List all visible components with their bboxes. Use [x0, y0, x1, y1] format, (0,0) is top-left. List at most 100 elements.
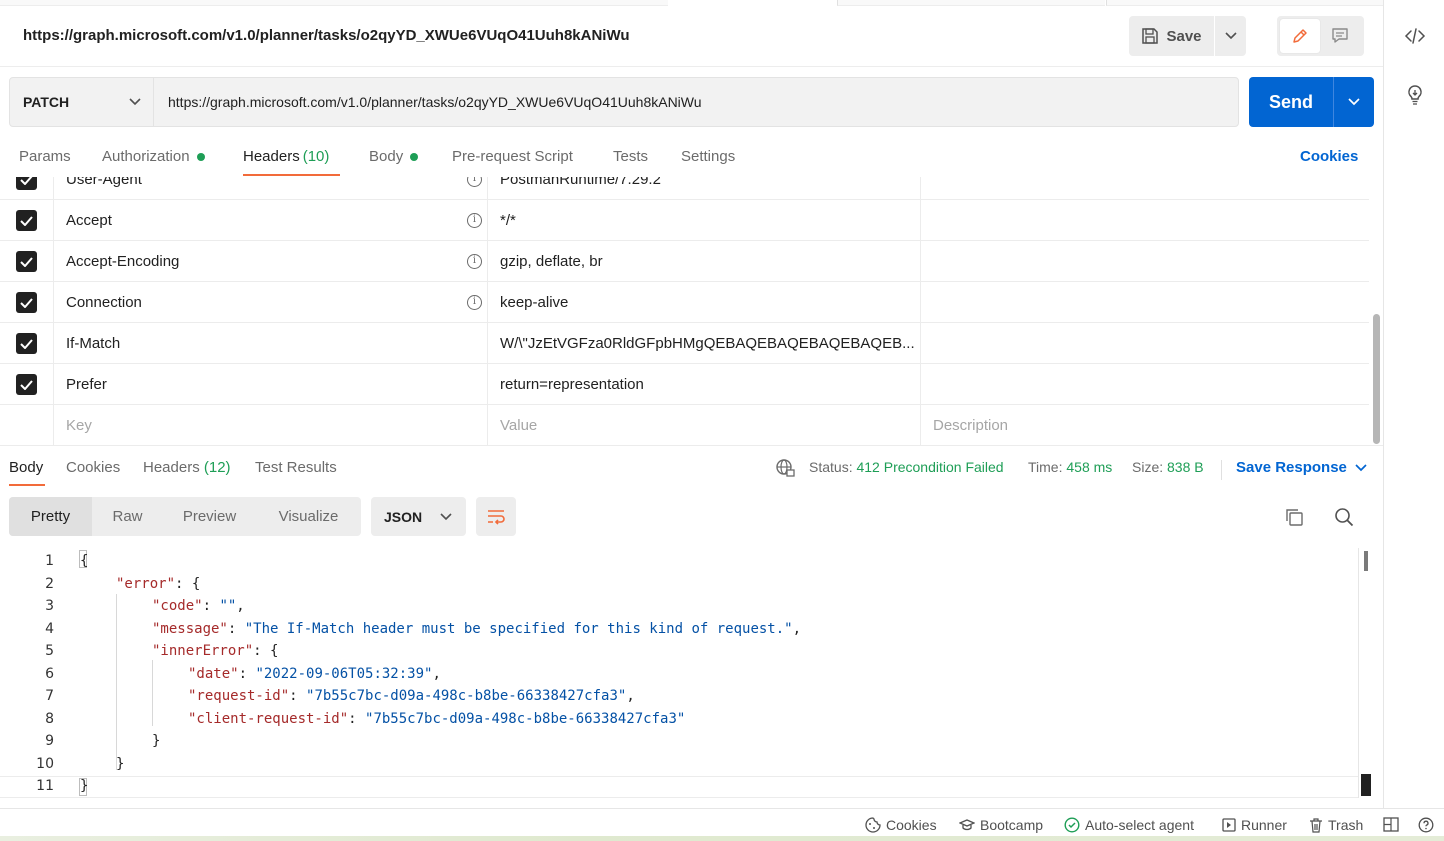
code-snippet-button[interactable]	[1400, 21, 1430, 51]
cookies-link[interactable]: Cookies	[1300, 148, 1358, 165]
header-description[interactable]	[921, 323, 1369, 364]
header-description[interactable]	[921, 177, 1369, 200]
size-value[interactable]: 838 B	[1167, 459, 1204, 475]
response-tab-body[interactable]: Body	[9, 459, 43, 476]
footer-agent-label: Auto-select agent	[1085, 817, 1194, 833]
header-value[interactable]: W/\"JzEtVGFza0RldGFpbHMgQEBAQEBAQEBAQEBA…	[488, 323, 921, 364]
save-response-label: Save Response	[1236, 459, 1347, 476]
tab-body[interactable]: Body	[369, 148, 419, 165]
info-icon[interactable]: i	[467, 295, 482, 310]
method-select[interactable]: PATCH	[10, 78, 154, 126]
request-name[interactable]: https://graph.microsoft.com/v1.0/planner…	[23, 27, 630, 44]
header-value[interactable]: PostmanRuntime/7.29.2	[488, 177, 921, 200]
response-tab-cookies[interactable]: Cookies	[66, 459, 120, 476]
row-checkbox[interactable]	[16, 177, 37, 190]
size-label: Size:	[1132, 459, 1164, 475]
footer-bootcamp-label: Bootcamp	[980, 817, 1044, 833]
header-description[interactable]	[921, 241, 1369, 282]
header-value[interactable]: */*	[488, 200, 921, 241]
header-value[interactable]: return=representation	[488, 364, 921, 405]
header-key[interactable]: Prefer	[54, 364, 488, 405]
response-body-viewer[interactable]: 1 2 3 4 5 6 7 8 9 10 11 {"error": {"code": "", "mes…	[0, 548, 1358, 798]
header-key[interactable]: If-Match	[54, 323, 488, 364]
status-value[interactable]: 412 Precondition Failed	[856, 459, 1003, 475]
row-checkbox-cell	[0, 405, 54, 445]
header-key-text: Accept	[66, 212, 112, 229]
new-value-input[interactable]: Value	[488, 405, 921, 445]
header-description[interactable]	[921, 282, 1369, 323]
row-checkbox-cell	[0, 323, 54, 364]
info-icon[interactable]: i	[467, 177, 482, 187]
two-pane-toggle[interactable]	[1383, 817, 1399, 832]
footer-cookies[interactable]: Cookies	[865, 817, 937, 833]
search-button[interactable]	[1332, 505, 1356, 529]
code-line: "innerError": {	[152, 640, 278, 662]
tab-settings[interactable]: Settings	[681, 148, 735, 165]
tab-authorization[interactable]: Authorization	[102, 148, 205, 165]
header-key[interactable]: User-Agent i	[54, 177, 488, 200]
globe-network-icon	[776, 459, 795, 477]
row-checkbox[interactable]	[16, 292, 37, 313]
save-button[interactable]: Save	[1129, 16, 1214, 56]
url-input[interactable]: https://graph.microsoft.com/v1.0/planner…	[154, 78, 1238, 126]
view-pretty-button[interactable]: Pretty	[9, 497, 92, 536]
table-row: Accept i */*	[0, 200, 1369, 241]
active-tab-indicator	[9, 484, 45, 486]
response-tab-test-results[interactable]: Test Results	[255, 459, 337, 476]
new-description-input[interactable]: Description	[921, 405, 1369, 445]
json-separator: :	[289, 688, 307, 704]
json-punctuation: ,	[792, 620, 802, 637]
save-label: Save	[1166, 27, 1202, 45]
scrollbar-thumb[interactable]	[1373, 314, 1380, 444]
header-description[interactable]	[921, 200, 1369, 241]
footer-bootcamp[interactable]: Bootcamp	[959, 817, 1043, 833]
tab-label: Pre-request Script	[452, 148, 573, 165]
footer-agent-select[interactable]: Auto-select agent	[1064, 817, 1194, 833]
row-checkbox[interactable]	[16, 251, 37, 272]
new-key-input[interactable]: Key	[54, 405, 488, 445]
json-punctuation: : {	[253, 643, 279, 659]
view-preview-button[interactable]: Preview	[163, 497, 256, 536]
header-key[interactable]: Accept i	[54, 200, 488, 241]
line-number: 3	[45, 598, 54, 614]
header-key[interactable]: Accept-Encoding i	[54, 241, 488, 282]
send-options-button[interactable]	[1333, 77, 1374, 127]
footer-runner[interactable]: Runner	[1222, 817, 1287, 833]
tab-tests[interactable]: Tests	[613, 148, 648, 165]
json-separator: :	[202, 598, 220, 614]
edit-mode-button[interactable]	[1280, 19, 1320, 53]
save-options-button[interactable]	[1215, 16, 1246, 56]
network-info-button[interactable]	[775, 458, 795, 481]
send-button[interactable]: Send	[1249, 77, 1333, 127]
save-response-button[interactable]: Save Response	[1236, 459, 1367, 476]
header-value[interactable]: keep-alive	[488, 282, 921, 323]
row-checkbox-cell	[0, 200, 54, 241]
trash-icon	[1310, 817, 1322, 833]
row-checkbox[interactable]	[16, 374, 37, 395]
response-tab-headers[interactable]: Headers (12)	[143, 459, 231, 476]
header-description[interactable]	[921, 364, 1369, 405]
code-scrollbar[interactable]	[1358, 548, 1372, 798]
time-value[interactable]: 458 ms	[1066, 459, 1112, 475]
check-icon	[20, 177, 33, 185]
request-insights-button[interactable]	[1400, 80, 1430, 110]
view-raw-button[interactable]: Raw	[92, 497, 163, 536]
header-value[interactable]: gzip, deflate, br	[488, 241, 921, 282]
tab-params[interactable]: Params	[19, 148, 71, 165]
json-key: "date"	[188, 665, 239, 682]
header-key[interactable]: Connection i	[54, 282, 488, 323]
info-icon[interactable]: i	[467, 254, 482, 269]
wrap-lines-button[interactable]	[476, 497, 516, 536]
format-select[interactable]: JSON	[371, 497, 466, 536]
footer-trash[interactable]: Trash	[1309, 817, 1363, 833]
comments-button[interactable]	[1320, 19, 1360, 53]
copy-button[interactable]	[1282, 505, 1306, 529]
info-icon[interactable]: i	[467, 213, 482, 228]
tab-headers[interactable]: Headers (10)	[243, 148, 329, 165]
headers-scrollbar[interactable]	[1373, 182, 1380, 444]
tab-pre-request-script[interactable]: Pre-request Script	[452, 148, 573, 165]
row-checkbox[interactable]	[16, 333, 37, 354]
row-checkbox[interactable]	[16, 210, 37, 231]
view-visualize-button[interactable]: Visualize	[256, 497, 361, 536]
help-button[interactable]	[1418, 817, 1434, 833]
